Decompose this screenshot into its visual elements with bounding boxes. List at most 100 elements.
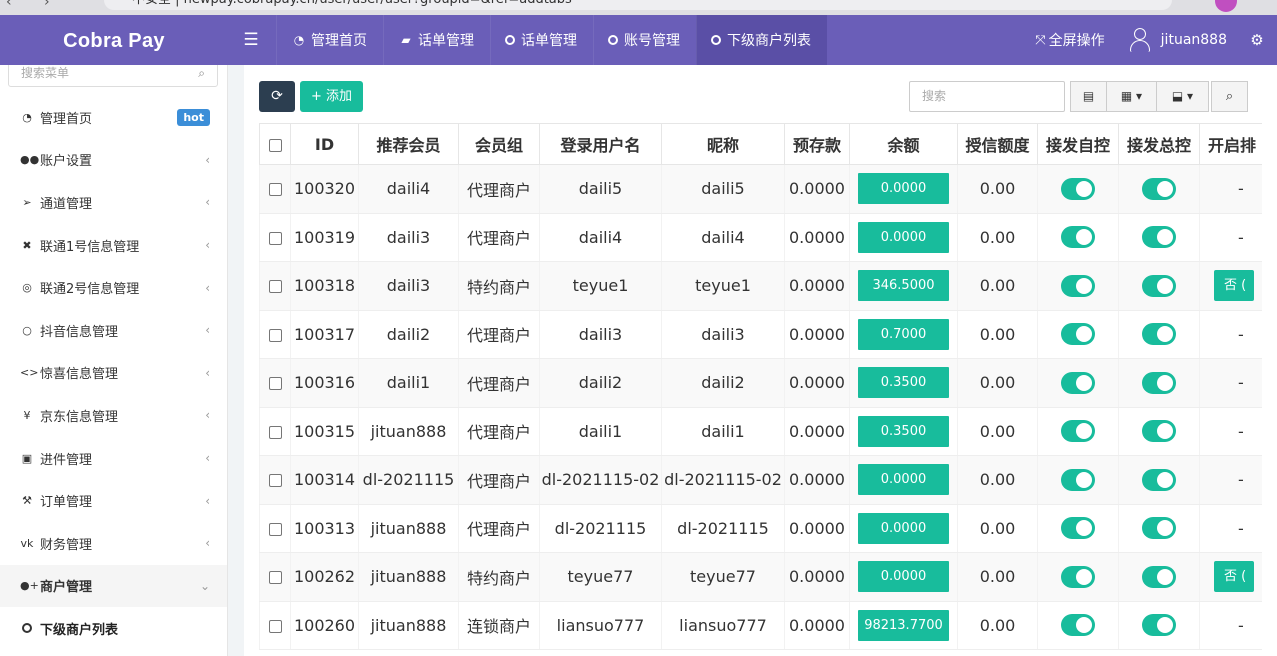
master-control-toggle[interactable] [1142,420,1176,443]
self-control-toggle[interactable] [1061,614,1095,637]
master-control-toggle[interactable] [1142,468,1176,491]
table-row[interactable]: 100314 dl-2021115 代理商户 dl-2021115-02 dl-2021… [259,455,1262,505]
table-row[interactable]: 100317 daili2 代理商户 daili3 daili3 0.0000 0.7000… [259,310,1262,359]
master-control-toggle[interactable] [1142,517,1176,540]
column-header[interactable]: 开启排 [1199,123,1262,165]
column-header[interactable]: 预存款 [784,123,850,165]
sidebar-item-surprise[interactable]: <> 惊喜信息管理 ‹ [0,352,227,395]
table-row[interactable]: 100315 jituan888 代理商户 daili1 daili1 0.0000 0.3… [259,407,1262,456]
column-header[interactable]: ID [290,123,359,165]
open-status-button[interactable]: 否 ( [1214,561,1254,593]
tab-dashboard[interactable]: ◔ 管理首页 [276,15,383,65]
fullscreen-button[interactable]: ⤧ 全屏操作 [1021,30,1118,50]
row-checkbox[interactable] [268,280,282,294]
column-header[interactable]: 昵称 [661,123,785,165]
balance-button[interactable]: 0.3500 [858,415,949,447]
master-control-toggle[interactable] [1142,565,1176,588]
self-control-toggle[interactable] [1061,177,1095,200]
row-checkbox[interactable] [268,425,282,439]
self-control-toggle[interactable] [1061,226,1095,249]
column-header[interactable]: 授信额度 [957,123,1038,165]
row-checkbox[interactable] [268,571,282,585]
column-header[interactable]: 登录用户名 [539,123,662,165]
row-checkbox[interactable] [268,328,282,342]
self-control-toggle[interactable] [1061,517,1095,540]
balance-button[interactable]: 0.0000 [858,561,949,593]
add-button[interactable]: + 添加 [300,81,363,112]
column-header[interactable]: 推荐会员 [358,123,459,165]
search-icon[interactable]: ⌕ [1211,81,1248,112]
sidebar-item-channels[interactable]: ➢ 通道管理 ‹ [0,181,227,224]
settings-gear-icon[interactable]: ⚙ [1237,31,1277,49]
user-menu[interactable]: jituan888 [1119,27,1237,53]
column-header[interactable]: 接发总控 [1118,123,1200,165]
address-bar[interactable]: 不安全 | newpay.cobrapay.cn/user/user/user?… [104,0,1172,10]
master-control-toggle[interactable] [1142,177,1176,200]
self-control-toggle[interactable] [1061,323,1095,346]
balance-button[interactable]: 0.0000 [858,173,949,205]
columns-dropdown-button[interactable]: ▦ ▾ [1107,81,1157,112]
self-control-toggle[interactable] [1061,371,1095,394]
cell-group: 连锁商户 [458,601,540,650]
balance-button[interactable]: 0.3500 [858,367,949,399]
tab-account[interactable]: 账号管理 [593,15,696,65]
menu-toggle-icon[interactable]: ☰ [240,15,262,65]
sidebar-item-onboarding[interactable]: ▣ 进件管理 ‹ [0,437,227,480]
tab-call-records-2[interactable]: 话单管理 [490,15,593,65]
row-checkbox[interactable] [268,522,282,536]
open-status-button[interactable]: 否 ( [1214,270,1254,302]
tab-label: 话单管理 [521,33,577,49]
self-control-toggle[interactable] [1061,565,1095,588]
column-header[interactable]: 接发自控 [1037,123,1119,165]
sidebar-item-orders[interactable]: ⚒ 订单管理 ‹ [0,479,227,522]
table-row[interactable]: 100320 daili4 代理商户 daili5 daili5 0.0000 0.0000… [259,164,1262,214]
master-control-toggle[interactable] [1142,371,1176,394]
column-header[interactable]: 会员组 [458,123,540,165]
tab-sub-merchants[interactable]: 下级商户列表 [696,15,827,65]
balance-button[interactable]: 0.0000 [858,221,949,253]
export-dropdown-button[interactable]: ⬓ ▾ [1157,81,1209,112]
sidebar-item-dashboard[interactable]: ◔ 管理首页 hot [0,96,227,139]
tab-call-records[interactable]: ▰ 话单管理 [383,15,490,65]
row-checkbox[interactable] [268,377,282,391]
balance-button[interactable]: 0.0000 [858,512,949,544]
table-row[interactable]: 100260 jituan888 连锁商户 liansuo777 liansuo777 0… [259,601,1262,650]
sidebar-search-input[interactable]: 搜索菜单 ⌕ [8,65,218,87]
toggle-view-button[interactable]: ▤ [1070,81,1107,112]
sidebar-item-merchants[interactable]: ●+ 商户管理 ⌄ [0,564,227,608]
select-all-checkbox[interactable] [268,138,282,152]
table-row[interactable]: 100313 jituan888 代理商户 dl-2021115 dl-2021115 0… [259,504,1262,553]
table-row[interactable]: 100316 daili1 代理商户 daili2 daili2 0.0000 0.3500… [259,358,1262,408]
refresh-button[interactable]: ⟳ [259,81,295,112]
balance-button[interactable]: 0.0000 [858,464,949,496]
row-checkbox[interactable] [268,619,282,633]
table-row[interactable]: 100319 daili3 代理商户 daili4 daili4 0.0000 0.0000… [259,213,1262,262]
sidebar-subitem-sub-merchants[interactable]: 下级商户列表 [0,607,227,649]
sidebar-item-douyin[interactable]: ○ 抖音信息管理 ‹ [0,309,227,352]
self-control-toggle[interactable] [1061,468,1095,491]
table-row[interactable]: 100318 daili3 特约商户 teyue1 teyue1 0.0000 346.50… [259,261,1262,311]
master-control-toggle[interactable] [1142,323,1176,346]
row-checkbox[interactable] [268,183,282,197]
self-control-toggle[interactable] [1061,274,1095,297]
browser-profile-avatar[interactable] [1215,0,1237,12]
sidebar-item-unicom2[interactable]: ◎ 联通2号信息管理 ‹ [0,266,227,309]
balance-button[interactable]: 0.7000 [858,318,949,350]
balance-button[interactable]: 98213.7700 [858,609,949,641]
master-control-toggle[interactable] [1142,614,1176,637]
balance-button[interactable]: 346.5000 [858,270,949,302]
self-control-toggle[interactable] [1061,420,1095,443]
master-control-toggle[interactable] [1142,274,1176,297]
table-search-input[interactable]: 搜索 [909,81,1065,112]
back-forward-icon[interactable]: ‹ › [6,0,64,10]
table-row[interactable]: 100262 jituan888 特约商户 teyue77 teyue77 0.0000 0… [259,552,1262,602]
row-checkbox[interactable] [268,231,282,245]
sidebar-item-unicom1[interactable]: ✖ 联通1号信息管理 ‹ [0,224,227,267]
column-header[interactable]: 余额 [849,123,958,165]
sidebar-item-finance[interactable]: vk 财务管理 ‹ [0,522,227,565]
app-logo[interactable]: Cobra Pay [0,15,228,65]
master-control-toggle[interactable] [1142,226,1176,249]
sidebar-item-jd[interactable]: ¥ 京东信息管理 ‹ [0,394,227,437]
row-checkbox[interactable] [268,474,282,488]
sidebar-item-account-settings[interactable]: ●● 账户设置 ‹ [0,139,227,182]
